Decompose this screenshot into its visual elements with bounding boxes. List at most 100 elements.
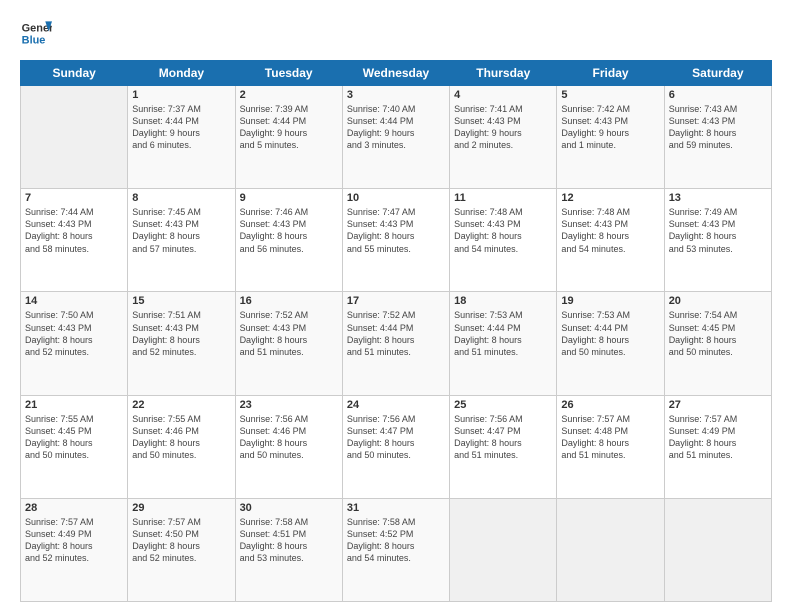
cell-details: Sunrise: 7:57 AM Sunset: 4:48 PM Dayligh… bbox=[561, 413, 659, 462]
day-number: 16 bbox=[240, 295, 338, 307]
calendar-cell: 25 Sunrise: 7:56 AM Sunset: 4:47 PM Dayli… bbox=[450, 395, 557, 498]
calendar-week-1: 1 Sunrise: 7:37 AM Sunset: 4:44 PM Daylig… bbox=[21, 86, 772, 189]
calendar-cell: 19 Sunrise: 7:53 AM Sunset: 4:44 PM Dayli… bbox=[557, 292, 664, 395]
logo-icon: GeneralBlue bbox=[20, 18, 52, 50]
cell-details: Sunrise: 7:52 AM Sunset: 4:43 PM Dayligh… bbox=[240, 309, 338, 358]
calendar-cell: 24Sunrise: 7:56 AM Sunset: 4:47 PM Dayli… bbox=[342, 395, 449, 498]
day-number: 1 bbox=[132, 89, 230, 101]
calendar-cell: 1 Sunrise: 7:37 AM Sunset: 4:44 PM Daylig… bbox=[128, 86, 235, 189]
weekday-header-wednesday: Wednesday bbox=[342, 61, 449, 86]
cell-details: Sunrise: 7:57 AM Sunset: 4:49 PM Dayligh… bbox=[669, 413, 767, 462]
cell-details: Sunrise: 7:48 AM Sunset: 4:43 PM Dayligh… bbox=[454, 206, 552, 255]
day-number: 7 bbox=[25, 192, 123, 204]
cell-details: Sunrise: 7:41 AM Sunset: 4:43 PM Dayligh… bbox=[454, 103, 552, 152]
day-number: 9 bbox=[240, 192, 338, 204]
calendar-cell: 15 Sunrise: 7:51 AM Sunset: 4:43 PM Dayli… bbox=[128, 292, 235, 395]
calendar-week-2: 7 Sunrise: 7:44 AM Sunset: 4:43 PM Daylig… bbox=[21, 189, 772, 292]
cell-details: Sunrise: 7:50 AM Sunset: 4:43 PM Dayligh… bbox=[25, 309, 123, 358]
cell-details: Sunrise: 7:43 AM Sunset: 4:43 PM Dayligh… bbox=[669, 103, 767, 152]
calendar-cell: 6 Sunrise: 7:43 AM Sunset: 4:43 PM Daylig… bbox=[664, 86, 771, 189]
calendar-cell: 8 Sunrise: 7:45 AM Sunset: 4:43 PM Daylig… bbox=[128, 189, 235, 292]
calendar-cell bbox=[21, 86, 128, 189]
cell-details: Sunrise: 7:37 AM Sunset: 4:44 PM Dayligh… bbox=[132, 103, 230, 152]
day-number: 27 bbox=[669, 399, 767, 411]
day-number: 12 bbox=[561, 192, 659, 204]
calendar-week-3: 14 Sunrise: 7:50 AM Sunset: 4:43 PM Dayli… bbox=[21, 292, 772, 395]
calendar-cell: 26 Sunrise: 7:57 AM Sunset: 4:48 PM Dayli… bbox=[557, 395, 664, 498]
day-number: 11 bbox=[454, 192, 552, 204]
calendar-cell: 31 Sunrise: 7:58 AM Sunset: 4:52 PM Dayli… bbox=[342, 498, 449, 601]
calendar-cell: 3 Sunrise: 7:40 AM Sunset: 4:44 PM Daylig… bbox=[342, 86, 449, 189]
calendar-cell: 4 Sunrise: 7:41 AM Sunset: 4:43 PM Daylig… bbox=[450, 86, 557, 189]
calendar-cell: 13Sunrise: 7:49 AM Sunset: 4:43 PM Dayli… bbox=[664, 189, 771, 292]
header: GeneralBlue bbox=[20, 18, 772, 50]
day-number: 26 bbox=[561, 399, 659, 411]
calendar-week-5: 28Sunrise: 7:57 AM Sunset: 4:49 PM Dayli… bbox=[21, 498, 772, 601]
cell-details: Sunrise: 7:44 AM Sunset: 4:43 PM Dayligh… bbox=[25, 206, 123, 255]
weekday-header-sunday: Sunday bbox=[21, 61, 128, 86]
weekday-header-saturday: Saturday bbox=[664, 61, 771, 86]
day-number: 5 bbox=[561, 89, 659, 101]
day-number: 10 bbox=[347, 192, 445, 204]
cell-details: Sunrise: 7:55 AM Sunset: 4:46 PM Dayligh… bbox=[132, 413, 230, 462]
calendar-cell bbox=[664, 498, 771, 601]
day-number: 20 bbox=[669, 295, 767, 307]
calendar-cell: 9 Sunrise: 7:46 AM Sunset: 4:43 PM Daylig… bbox=[235, 189, 342, 292]
weekday-header-monday: Monday bbox=[128, 61, 235, 86]
cell-details: Sunrise: 7:52 AM Sunset: 4:44 PM Dayligh… bbox=[347, 309, 445, 358]
day-number: 3 bbox=[347, 89, 445, 101]
weekday-header-friday: Friday bbox=[557, 61, 664, 86]
calendar-cell: 14 Sunrise: 7:50 AM Sunset: 4:43 PM Dayli… bbox=[21, 292, 128, 395]
calendar-cell: 23Sunrise: 7:56 AM Sunset: 4:46 PM Dayli… bbox=[235, 395, 342, 498]
weekday-header-row: SundayMondayTuesdayWednesdayThursdayFrid… bbox=[21, 61, 772, 86]
day-number: 29 bbox=[132, 502, 230, 514]
cell-details: Sunrise: 7:56 AM Sunset: 4:47 PM Dayligh… bbox=[347, 413, 445, 462]
cell-details: Sunrise: 7:39 AM Sunset: 4:44 PM Dayligh… bbox=[240, 103, 338, 152]
cell-details: Sunrise: 7:48 AM Sunset: 4:43 PM Dayligh… bbox=[561, 206, 659, 255]
day-number: 14 bbox=[25, 295, 123, 307]
day-number: 25 bbox=[454, 399, 552, 411]
day-number: 15 bbox=[132, 295, 230, 307]
calendar-cell: 29Sunrise: 7:57 AM Sunset: 4:50 PM Dayli… bbox=[128, 498, 235, 601]
day-number: 8 bbox=[132, 192, 230, 204]
cell-details: Sunrise: 7:54 AM Sunset: 4:45 PM Dayligh… bbox=[669, 309, 767, 358]
calendar-cell: 22 Sunrise: 7:55 AM Sunset: 4:46 PM Dayli… bbox=[128, 395, 235, 498]
day-number: 4 bbox=[454, 89, 552, 101]
cell-details: Sunrise: 7:40 AM Sunset: 4:44 PM Dayligh… bbox=[347, 103, 445, 152]
cell-details: Sunrise: 7:58 AM Sunset: 4:52 PM Dayligh… bbox=[347, 516, 445, 565]
calendar-cell: 12 Sunrise: 7:48 AM Sunset: 4:43 PM Dayli… bbox=[557, 189, 664, 292]
day-number: 13 bbox=[669, 192, 767, 204]
calendar-week-4: 21 Sunrise: 7:55 AM Sunset: 4:45 PM Dayli… bbox=[21, 395, 772, 498]
day-number: 22 bbox=[132, 399, 230, 411]
weekday-header-thursday: Thursday bbox=[450, 61, 557, 86]
day-number: 31 bbox=[347, 502, 445, 514]
calendar-cell: 7 Sunrise: 7:44 AM Sunset: 4:43 PM Daylig… bbox=[21, 189, 128, 292]
weekday-header-tuesday: Tuesday bbox=[235, 61, 342, 86]
cell-details: Sunrise: 7:51 AM Sunset: 4:43 PM Dayligh… bbox=[132, 309, 230, 358]
cell-details: Sunrise: 7:56 AM Sunset: 4:47 PM Dayligh… bbox=[454, 413, 552, 462]
day-number: 21 bbox=[25, 399, 123, 411]
cell-details: Sunrise: 7:55 AM Sunset: 4:45 PM Dayligh… bbox=[25, 413, 123, 462]
day-number: 6 bbox=[669, 89, 767, 101]
cell-details: Sunrise: 7:56 AM Sunset: 4:46 PM Dayligh… bbox=[240, 413, 338, 462]
calendar-cell: 18Sunrise: 7:53 AM Sunset: 4:44 PM Dayli… bbox=[450, 292, 557, 395]
calendar-cell: 28Sunrise: 7:57 AM Sunset: 4:49 PM Dayli… bbox=[21, 498, 128, 601]
calendar-cell bbox=[557, 498, 664, 601]
calendar-cell bbox=[450, 498, 557, 601]
calendar-cell: 16 Sunrise: 7:52 AM Sunset: 4:43 PM Dayli… bbox=[235, 292, 342, 395]
day-number: 19 bbox=[561, 295, 659, 307]
calendar-cell: 10Sunrise: 7:47 AM Sunset: 4:43 PM Dayli… bbox=[342, 189, 449, 292]
calendar-table: SundayMondayTuesdayWednesdayThursdayFrid… bbox=[20, 60, 772, 602]
cell-details: Sunrise: 7:46 AM Sunset: 4:43 PM Dayligh… bbox=[240, 206, 338, 255]
calendar-cell: 21 Sunrise: 7:55 AM Sunset: 4:45 PM Dayli… bbox=[21, 395, 128, 498]
cell-details: Sunrise: 7:57 AM Sunset: 4:49 PM Dayligh… bbox=[25, 516, 123, 565]
day-number: 17 bbox=[347, 295, 445, 307]
cell-details: Sunrise: 7:58 AM Sunset: 4:51 PM Dayligh… bbox=[240, 516, 338, 565]
cell-details: Sunrise: 7:42 AM Sunset: 4:43 PM Dayligh… bbox=[561, 103, 659, 152]
cell-details: Sunrise: 7:53 AM Sunset: 4:44 PM Dayligh… bbox=[561, 309, 659, 358]
calendar-cell: 30Sunrise: 7:58 AM Sunset: 4:51 PM Dayli… bbox=[235, 498, 342, 601]
calendar-cell: 5 Sunrise: 7:42 AM Sunset: 4:43 PM Daylig… bbox=[557, 86, 664, 189]
cell-details: Sunrise: 7:45 AM Sunset: 4:43 PM Dayligh… bbox=[132, 206, 230, 255]
day-number: 2 bbox=[240, 89, 338, 101]
calendar-cell: 11 Sunrise: 7:48 AM Sunset: 4:43 PM Dayli… bbox=[450, 189, 557, 292]
